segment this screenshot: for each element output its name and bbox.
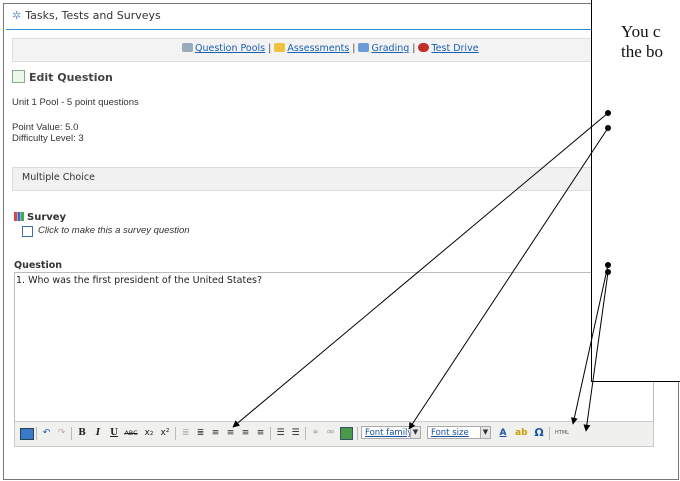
annotation-arrows: [232, 110, 611, 432]
arrow-to-alignment: [232, 112, 609, 428]
arrow-to-links: [408, 127, 609, 430]
